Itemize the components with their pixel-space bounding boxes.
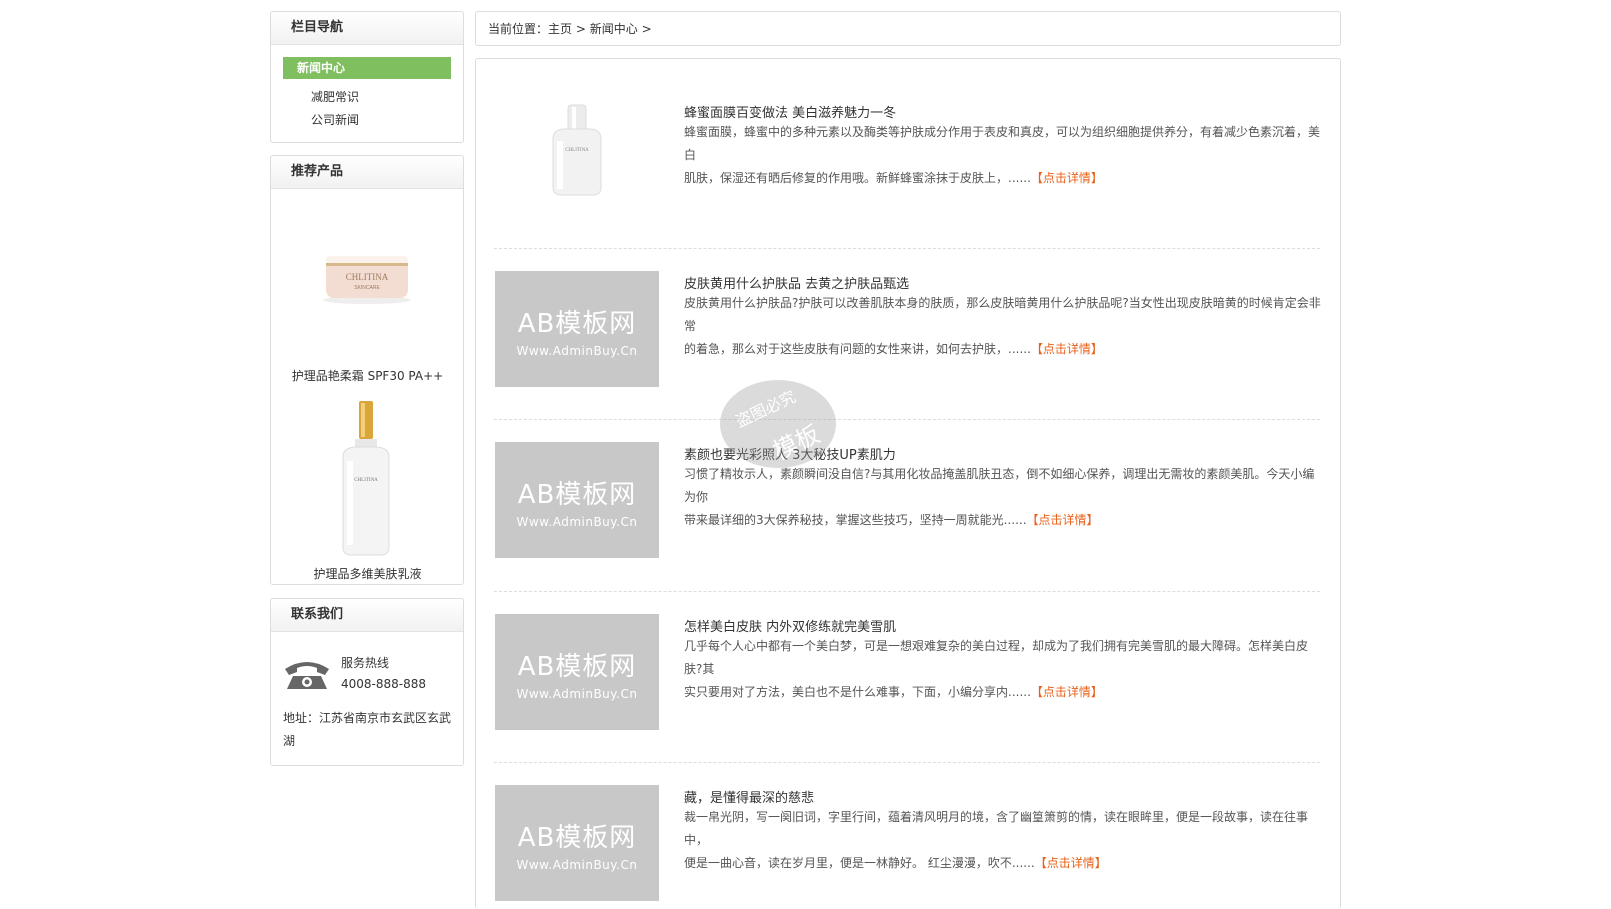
- news-summary-1: 蜂蜜面膜，蜂蜜中的多种元素以及酶类等护肤成分作用于表皮和真皮，可以为组织细胞提供…: [684, 121, 1324, 190]
- nav-item-news-center-label: 新闻中心: [297, 61, 346, 75]
- placeholder-url-text: Www.AdminBuy.Cn: [516, 858, 638, 872]
- nav-panel-title: 栏目导航: [291, 20, 344, 35]
- breadcrumb-current-link[interactable]: 新闻中心: [590, 22, 638, 36]
- news-summary-1-line2: 肌肤，保湿还有晒后修复的作用哦。新鲜蜂蜜涂抹于皮肤上，......: [684, 171, 1031, 185]
- news-thumb-4[interactable]: AB模板网 Www.AdminBuy.Cn: [495, 614, 659, 730]
- news-thumb-1[interactable]: CHLITINA: [495, 99, 659, 215]
- news-title-2[interactable]: 皮肤黄用什么护肤品 去黄之护肤品甄选: [684, 273, 909, 292]
- products-panel: 推荐产品 CHLITINA SKINCARE 护理品艳柔霜 SPF30 PA++…: [270, 155, 464, 585]
- placeholder-logo-text: AB模板网: [517, 480, 637, 510]
- products-panel-header: 推荐产品: [271, 156, 463, 189]
- news-summary-3-line1: 习惯了精妆示人，素颜瞬间没自信?与其用化妆品掩盖肌肤丑态，倒不如细心保养，调理出…: [684, 467, 1315, 504]
- breadcrumb-home-link[interactable]: 主页: [548, 22, 572, 36]
- news-summary-5: 裁一帛光阴，写一阕旧词，字里行间，蕴着清风明月的境，含了幽篁箫剪的情，读在眼眸里…: [684, 806, 1324, 875]
- contact-panel-title: 联系我们: [291, 607, 344, 622]
- placeholder-logo-text: AB模板网: [517, 309, 637, 339]
- news-thumb-5[interactable]: AB模板网 Www.AdminBuy.Cn: [495, 785, 659, 901]
- news-title-4[interactable]: 怎样美白皮肤 内外双修练就完美雪肌: [684, 616, 896, 635]
- news-summary-1-line1: 蜂蜜面膜，蜂蜜中的多种元素以及酶类等护肤成分作用于表皮和真皮，可以为组织细胞提供…: [684, 125, 1321, 162]
- news-summary-4-line1: 几乎每个人心中都有一个美白梦，可是一想艰难复杂的美白过程，却成为了我们拥有完美雪…: [684, 639, 1309, 676]
- news-summary-3-line2: 带来最详细的3大保养秘技，掌握这些技巧，坚持一周就能光......: [684, 513, 1027, 527]
- news-more-link-4[interactable]: 【点击详情】: [1031, 685, 1103, 699]
- contact-panel-header: 联系我们: [271, 599, 463, 632]
- product-image-cream[interactable]: CHLITINA SKINCARE: [271, 246, 464, 310]
- cream-jar-label: CHLITINA: [346, 272, 389, 282]
- hotline-number: 4008-888-888: [341, 677, 427, 691]
- news-summary-4: 几乎每个人心中都有一个美白梦，可是一想艰难复杂的美白过程，却成为了我们拥有完美雪…: [684, 635, 1324, 704]
- news-thumb-3[interactable]: AB模板网 Www.AdminBuy.Cn: [495, 442, 659, 558]
- news-list-panel: CHLITINA 蜂蜜面膜百变做法 美白滋养魅力一冬 蜂蜜面膜，蜂蜜中的多种元素…: [475, 58, 1341, 909]
- lotion-bottle-image: CHLITINA: [342, 401, 390, 556]
- cream-jar-image: CHLITINA SKINCARE: [323, 256, 411, 304]
- phone-icon: [285, 662, 329, 689]
- nav-item-news-center[interactable]: 新闻中心: [283, 57, 451, 79]
- news-title-1[interactable]: 蜂蜜面膜百变做法 美白滋养魅力一冬: [684, 102, 896, 121]
- news-thumb-2[interactable]: AB模板网 Www.AdminBuy.Cn: [495, 271, 659, 387]
- nav-item-diet-tips[interactable]: 减肥常识: [311, 88, 359, 105]
- watermark-stamp: 盗图必究 模板: [720, 380, 836, 468]
- divider: [494, 419, 1320, 420]
- serum-bottle-image: CHLITINA: [552, 104, 602, 196]
- product-name-cream[interactable]: 护理品艳柔霜 SPF30 PA++: [271, 367, 464, 384]
- news-summary-5-line1: 裁一帛光阴，写一阕旧词，字里行间，蕴着清风明月的境，含了幽篁箫剪的情，读在眼眸里…: [684, 810, 1309, 847]
- nav-panel-header: 栏目导航: [271, 12, 463, 45]
- breadcrumb-text: 当前位置：主页 > 新闻中心 >: [488, 12, 652, 46]
- placeholder-url-text: Www.AdminBuy.Cn: [516, 515, 638, 529]
- placeholder-url-text: Www.AdminBuy.Cn: [516, 344, 638, 358]
- product-image-lotion[interactable]: CHLITINA: [271, 399, 464, 563]
- nav-panel: 栏目导航 新闻中心 减肥常识 公司新闻: [270, 11, 464, 143]
- contact-panel: 联系我们 服务热线 4008-888-888 地址：江苏省南京市玄武区玄武湖: [270, 598, 464, 766]
- news-summary-2-line1: 皮肤黄用什么护肤品?护肤可以改善肌肤本身的肤质，那么皮肤暗黄用什么护肤品呢?当女…: [684, 296, 1321, 333]
- contact-address: 地址：江苏省南京市玄武区玄武湖: [283, 711, 452, 748]
- breadcrumb: 当前位置：主页 > 新闻中心 >: [475, 11, 1341, 46]
- breadcrumb-separator: >: [575, 22, 586, 36]
- divider: [494, 762, 1320, 763]
- hotline-label: 服务热线: [341, 656, 390, 670]
- products-panel-title: 推荐产品: [291, 164, 344, 179]
- news-summary-4-line2: 实只要用对了方法，美白也不是什么难事，下面，小编分享内......: [684, 685, 1031, 699]
- nav-item-company-news[interactable]: 公司新闻: [311, 111, 359, 128]
- news-more-link-2[interactable]: 【点击详情】: [1031, 342, 1103, 356]
- news-summary-2-line2: 的着急，那么对于这些皮肤有问题的女性来讲，如何去护肤，......: [684, 342, 1031, 356]
- news-summary-2: 皮肤黄用什么护肤品?护肤可以改善肌肤本身的肤质，那么皮肤暗黄用什么护肤品呢?当女…: [684, 292, 1324, 361]
- placeholder-url-text: Www.AdminBuy.Cn: [516, 687, 638, 701]
- news-summary-5-line2: 便是一曲心音，读在岁月里，便是一林静好。 红尘漫漫，吹不......: [684, 856, 1035, 870]
- serum-bottle-label: CHLITINA: [565, 148, 589, 153]
- news-summary-3: 习惯了精妆示人，素颜瞬间没自信?与其用化妆品掩盖肌肤丑态，倒不如细心保养，调理出…: [684, 463, 1324, 532]
- cream-jar-sublabel: SKINCARE: [354, 285, 380, 291]
- news-more-link-3[interactable]: 【点击详情】: [1027, 513, 1099, 527]
- lotion-bottle-label: CHLITINA: [354, 478, 378, 483]
- divider: [494, 591, 1320, 592]
- placeholder-logo-text: AB模板网: [517, 652, 637, 682]
- divider: [494, 248, 1320, 249]
- breadcrumb-trail-separator: >: [641, 22, 652, 36]
- placeholder-logo-text: AB模板网: [517, 823, 637, 853]
- news-more-link-5[interactable]: 【点击详情】: [1035, 856, 1107, 870]
- news-title-5[interactable]: 藏，是懂得最深的慈悲: [684, 787, 814, 806]
- breadcrumb-prefix: 当前位置：: [488, 22, 549, 36]
- news-more-link-1[interactable]: 【点击详情】: [1031, 171, 1103, 185]
- product-name-lotion[interactable]: 护理品多维美肤乳液: [271, 565, 464, 582]
